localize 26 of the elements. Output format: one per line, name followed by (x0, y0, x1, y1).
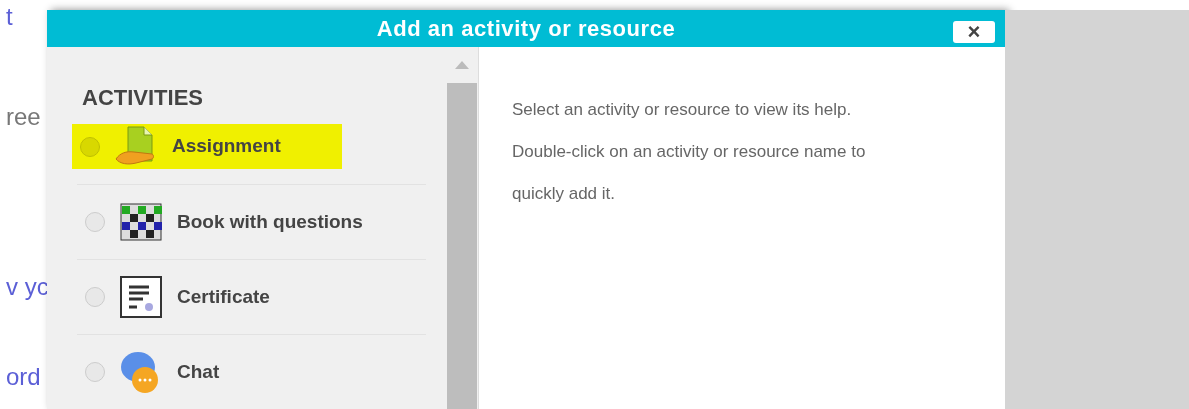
help-text: Select an activity or resource to view its help. (512, 99, 853, 121)
scroll-up-icon[interactable] (455, 61, 469, 69)
document-lines-icon (119, 275, 163, 319)
close-button[interactable]: × (953, 21, 995, 43)
page-text-fragment: ree (6, 102, 42, 132)
activity-label[interactable]: Chat (177, 357, 220, 387)
scrollbar-thumb[interactable] (447, 83, 477, 409)
activity-label[interactable]: Certificate (177, 282, 270, 312)
activity-option[interactable]: Assignment (72, 124, 342, 169)
page-text-fragment: t (6, 2, 14, 32)
activity-option[interactable]: Book with questions (77, 184, 426, 259)
dialog-title: Add an activity or resource (376, 15, 676, 43)
checkered-grid-icon (119, 202, 163, 242)
activity-label[interactable]: Assignment (172, 132, 281, 161)
activity-label[interactable]: Book with questions (177, 207, 363, 237)
activity-option[interactable]: Certificate (77, 259, 426, 334)
page-text-fragment: ord (6, 362, 42, 392)
radio-button[interactable] (85, 362, 105, 382)
help-text: Double-click on an activity or resource name to (512, 141, 867, 163)
help-text: quickly add it. (512, 183, 616, 205)
radio-button[interactable] (85, 212, 105, 232)
radio-button[interactable] (85, 287, 105, 307)
activity-option[interactable]: Chat (77, 334, 426, 409)
section-heading: ACTIVITIES (82, 84, 204, 112)
radio-button[interactable] (80, 136, 100, 157)
page-text-fragment: v yc (6, 272, 47, 302)
